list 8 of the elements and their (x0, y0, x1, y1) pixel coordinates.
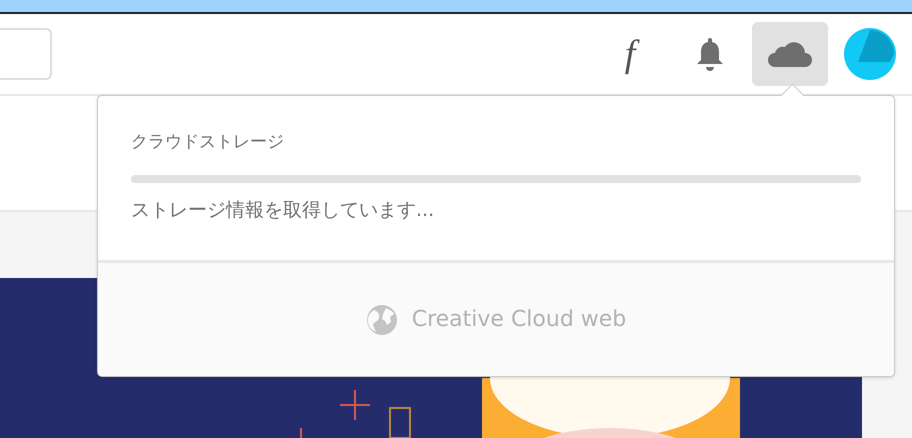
font-button[interactable]: f (592, 22, 668, 86)
globe-icon (366, 304, 398, 336)
avatar-icon (844, 28, 896, 80)
bell-icon (695, 36, 725, 72)
cloud-button[interactable] (752, 22, 828, 86)
popover-title: クラウドストレージ (131, 131, 285, 153)
search-field[interactable] (0, 28, 52, 80)
status-text: ストレージ情報を取得しています... (131, 198, 436, 223)
